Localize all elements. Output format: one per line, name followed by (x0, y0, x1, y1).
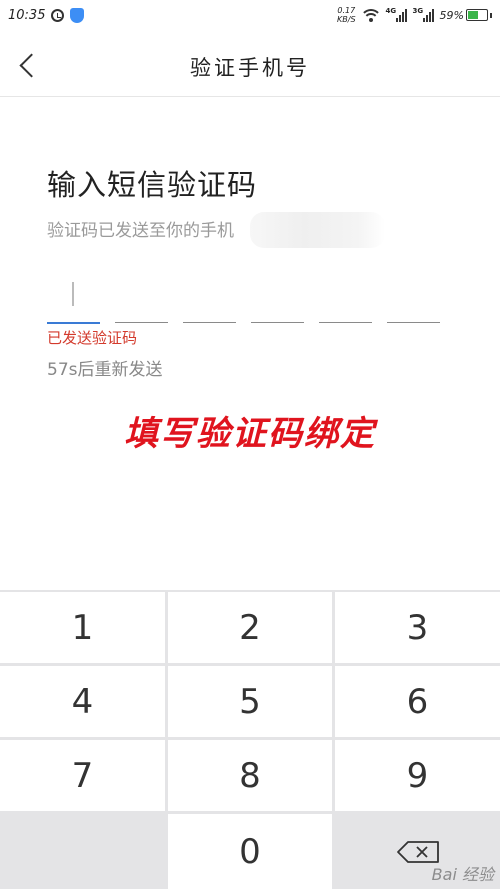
key-9[interactable]: 9 (335, 740, 500, 811)
code-sent-hint: 已发送验证码 (47, 329, 138, 347)
page-title: 验证手机号 (190, 56, 310, 80)
signal-icon: 3G (412, 6, 434, 22)
title-bar: 验证手机号 (0, 34, 500, 97)
text-cursor (72, 282, 74, 306)
numeric-keypad: 1 2 3 4 5 6 7 8 9 0 Bai 经验 (0, 590, 500, 889)
watermark: Bai 经验 (431, 865, 494, 884)
battery-icon (466, 9, 488, 21)
key-8[interactable]: 8 (168, 740, 332, 811)
key-5[interactable]: 5 (168, 666, 332, 737)
key-6[interactable]: 6 (335, 666, 500, 737)
battery-indicator: 59% (440, 9, 492, 22)
code-slot-6[interactable] (387, 280, 440, 323)
code-slot-5[interactable] (319, 280, 372, 323)
status-time: 10:35 (8, 8, 46, 23)
network-speed: 0.17 KB/S (337, 6, 356, 24)
key-1[interactable]: 1 (0, 592, 165, 663)
key-label: 7 (71, 755, 94, 796)
resend-countdown: 57s后重新发送 (47, 360, 163, 380)
key-label: 3 (406, 607, 429, 648)
key-label: 4 (71, 681, 94, 722)
key-blank (0, 814, 165, 889)
signal-4g-label: 4G (385, 6, 397, 15)
key-label: 6 (406, 681, 429, 722)
key-label: 0 (239, 831, 261, 872)
signal-3g-label: 3G (412, 6, 424, 15)
status-bar: 10:35 0.17 KB/S 4G 3G 59% (0, 0, 500, 34)
alarm-icon (51, 9, 65, 22)
key-label: 9 (406, 755, 429, 796)
blurred-phone-number (250, 212, 385, 248)
code-slot-4[interactable] (251, 280, 304, 323)
verification-code-input[interactable] (47, 280, 442, 324)
annotation-text: 填写验证码绑定 (124, 414, 376, 454)
key-label: 2 (239, 607, 261, 648)
key-label: 1 (71, 607, 94, 648)
sent-to-phone-text: 验证码已发送至你的手机 (47, 221, 234, 241)
key-label: 5 (239, 681, 261, 722)
speed-value: 0.17 (337, 6, 356, 15)
backspace-icon (396, 840, 439, 863)
key-label: 8 (239, 755, 261, 796)
speed-unit: KB/S (337, 15, 356, 24)
key-3[interactable]: 3 (335, 592, 500, 663)
signal-icon: 4G (385, 6, 407, 22)
code-slot-1[interactable] (47, 280, 100, 324)
code-slot-2[interactable] (115, 280, 168, 323)
key-0[interactable]: 0 (168, 814, 332, 889)
battery-percent: 59% (439, 8, 464, 22)
key-4[interactable]: 4 (0, 666, 165, 737)
shield-icon (70, 8, 85, 23)
key-7[interactable]: 7 (0, 740, 165, 811)
key-2[interactable]: 2 (168, 592, 332, 663)
section-heading: 输入短信验证码 (47, 168, 258, 202)
wifi-icon (359, 8, 382, 22)
code-slot-3[interactable] (183, 280, 236, 323)
